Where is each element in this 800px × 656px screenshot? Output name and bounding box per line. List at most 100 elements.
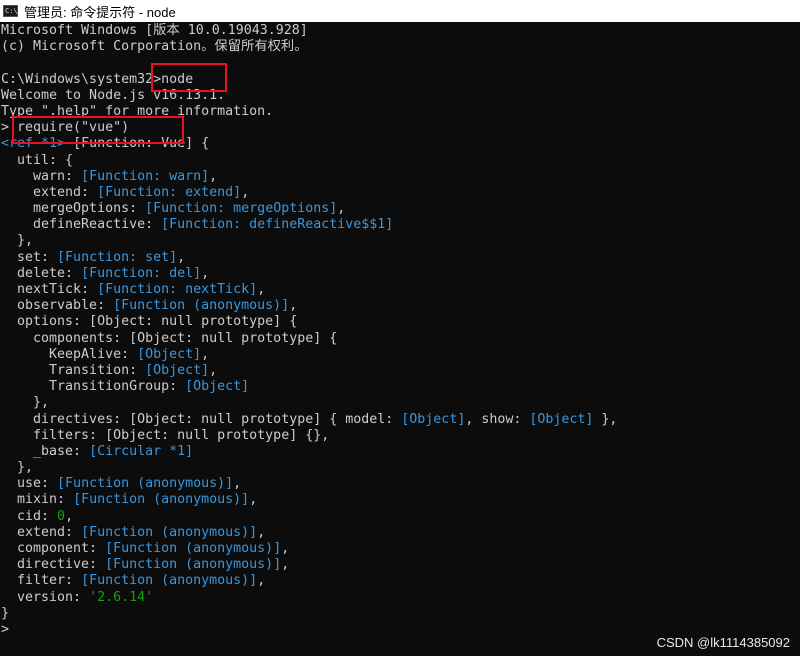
console-text: components: [Object: null prototype] { <box>1 330 338 346</box>
console-text: [Function: nextTick] <box>97 282 258 297</box>
console-text: [Object] <box>401 411 466 427</box>
console-text: [Circular *1] <box>89 443 194 459</box>
console-text: , <box>65 508 74 524</box>
window-title: 管理员: 命令提示符 - node <box>24 4 176 20</box>
console-text: [Object] <box>145 362 210 378</box>
console-text: , <box>249 492 258 508</box>
console-line: (c) Microsoft Corporation。保留所有权利。 <box>0 39 800 55</box>
console-text: , <box>177 249 186 265</box>
console-line: C:\Windows\system32>node <box>0 72 800 88</box>
console-text: set: <box>1 249 58 265</box>
console-text: }, <box>1 395 50 411</box>
console-text: options: [Object: null prototype] { <box>1 314 298 330</box>
console-text: [Object] <box>185 379 250 395</box>
console-text: TransitionGroup: <box>1 379 186 395</box>
console-text: , <box>209 362 218 378</box>
console-text: extend: <box>1 184 98 200</box>
console-text: (c) Microsoft Corporation。保留所有权利。 <box>1 39 308 55</box>
console-text: Transition: <box>1 362 146 378</box>
console-text: > <box>1 621 10 637</box>
console-text: defineReactive: <box>1 217 162 233</box>
console-text: [Function (anonymous)] <box>105 541 282 556</box>
console-text: [Function: defineReactive$$1] <box>161 217 394 233</box>
console-text: warn: <box>1 168 82 184</box>
console-text: filter: <box>1 573 82 589</box>
console-line: component: [Function (anonymous)], <box>0 541 800 557</box>
console-text: [Object] <box>529 411 594 427</box>
console-text: [Function (anonymous)] <box>113 298 290 314</box>
console-text: [Function: del] <box>81 265 202 281</box>
console-text: [Function: set] <box>57 249 178 265</box>
console-line: components: [Object: null prototype] { <box>0 331 800 347</box>
console-text: , <box>281 541 290 556</box>
highlight-require-command <box>12 116 184 144</box>
console-text: _base: <box>1 443 90 459</box>
console-line: }, <box>0 460 800 476</box>
window-titlebar[interactable]: C:\ 管理员: 命令提示符 - node <box>0 0 800 22</box>
console-line: _base: [Circular *1] <box>0 444 800 460</box>
console-text: mixin: <box>1 492 74 508</box>
console-text: , <box>241 184 250 200</box>
console-text: filters: [Object: null prototype] {}, <box>1 427 330 443</box>
console-line: defineReactive: [Function: defineReactiv… <box>0 217 800 233</box>
console-text: [Object] <box>137 346 202 362</box>
console-text: }, <box>593 411 618 427</box>
console-text: [Function (anonymous)] <box>73 492 250 508</box>
console-line: filters: [Object: null prototype] {}, <box>0 428 800 444</box>
console-text: '2.6.14' <box>89 589 154 605</box>
console-text: delete: <box>1 265 82 281</box>
console-line: options: [Object: null prototype] { <box>0 314 800 330</box>
console-text: 0 <box>57 508 66 524</box>
console-text: , <box>201 265 210 281</box>
console-text: KeepAlive: <box>1 346 138 362</box>
console-text: } <box>1 605 10 621</box>
console-line: Transition: [Object], <box>0 363 800 379</box>
console-line: set: [Function: set], <box>0 250 800 266</box>
console-line: version: '2.6.14' <box>0 590 800 606</box>
console-text: [Function: warn] <box>81 168 210 184</box>
console-text: cid: <box>1 508 58 524</box>
console-text: util: { <box>1 152 74 168</box>
console-line: util: { <box>0 153 800 169</box>
console-text: , <box>257 282 266 297</box>
console-line: Welcome to Node.js v16.13.1. <box>0 88 800 104</box>
cmd-icon: C:\ <box>3 5 18 17</box>
console-text: , <box>257 573 266 589</box>
console-line: Microsoft Windows [版本 10.0.19043.928] <box>0 23 800 39</box>
console-text: , show: <box>465 411 530 427</box>
console-text: component: <box>1 541 106 556</box>
console-line: use: [Function (anonymous)], <box>0 476 800 492</box>
console-line: extend: [Function: extend], <box>0 185 800 201</box>
console-text: mergeOptions: <box>1 201 146 217</box>
console-line: directives: [Object: null prototype] { m… <box>0 412 800 428</box>
console-text: directives: [Object: null prototype] { m… <box>1 411 402 427</box>
console-text: , <box>289 298 298 314</box>
console-text: , <box>201 346 210 362</box>
console-text: [Function (anonymous)] <box>57 476 234 492</box>
console-line: warn: [Function: warn], <box>0 169 800 185</box>
console-line: } <box>0 606 800 622</box>
console-text: extend: <box>1 524 82 540</box>
console-line: extend: [Function (anonymous)], <box>0 525 800 541</box>
console-line: observable: [Function (anonymous)], <box>0 298 800 314</box>
console-text: }, <box>1 233 34 249</box>
highlight-node-command <box>151 63 227 92</box>
console-text: , <box>337 201 346 217</box>
console-line: filter: [Function (anonymous)], <box>0 573 800 589</box>
console-text: directive: <box>1 557 106 573</box>
console-text: , <box>257 524 266 540</box>
console-line: mergeOptions: [Function: mergeOptions], <box>0 201 800 217</box>
console-text: observable: <box>1 298 114 314</box>
console-line: KeepAlive: [Object], <box>0 347 800 363</box>
console-line: TransitionGroup: [Object] <box>0 379 800 395</box>
console-line: directive: [Function (anonymous)], <box>0 557 800 573</box>
console-line: delete: [Function: del], <box>0 266 800 282</box>
console-text: , <box>233 476 242 492</box>
console-line: cid: 0, <box>0 509 800 525</box>
console-text: Microsoft Windows [版本 10.0.19043.928] <box>1 23 308 38</box>
console-text: , <box>281 557 290 573</box>
console-text: [Function: extend] <box>97 184 242 200</box>
console-line: mixin: [Function (anonymous)], <box>0 492 800 508</box>
console-text: , <box>209 168 218 184</box>
